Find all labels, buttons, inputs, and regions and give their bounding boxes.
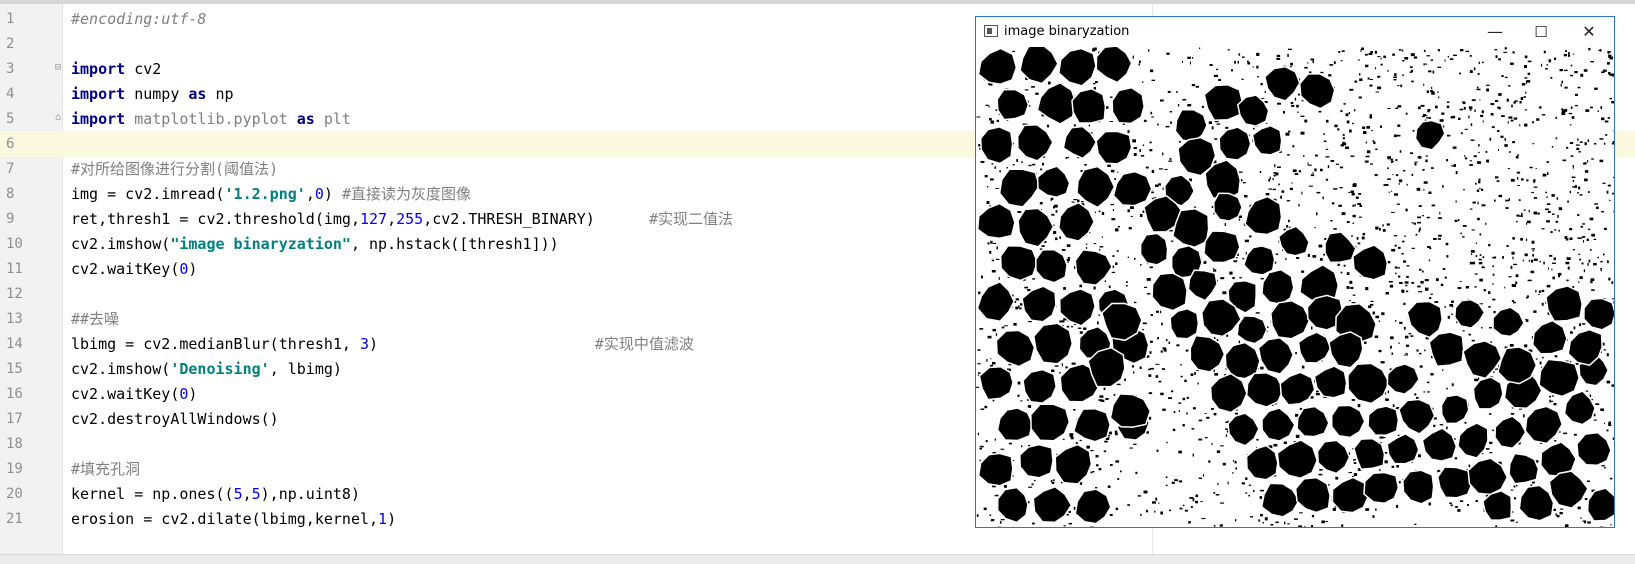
- line-number: 10: [0, 231, 28, 257]
- code-text: #填充孔洞: [71, 456, 140, 482]
- close-button[interactable]: ✕: [1566, 17, 1612, 47]
- code-text: cv2.destroyAllWindows(): [71, 406, 279, 432]
- minimize-button[interactable]: —: [1472, 17, 1518, 47]
- top-border: [0, 0, 1635, 4]
- code-text: img = cv2.imread('1.2.png',0) #直接读为灰度图像: [71, 181, 471, 207]
- code-text: cv2.imshow('Denoising', lbimg): [71, 356, 342, 382]
- code-text: import numpy as np: [71, 81, 234, 107]
- code-text: import matplotlib.pyplot as plt: [71, 106, 351, 132]
- binarized-image-canvas: [976, 47, 1614, 527]
- code-text: ##去噪: [71, 306, 119, 332]
- line-number: 14: [0, 331, 28, 357]
- fold-marker-icon[interactable]: ⌂: [55, 113, 65, 123]
- line-number: 1: [0, 6, 28, 32]
- code-text: import cv2: [71, 56, 161, 82]
- line-number: 12: [0, 281, 28, 307]
- line-number: 19: [0, 456, 28, 482]
- code-text: cv2.waitKey(0): [71, 381, 197, 407]
- line-number: 2: [0, 31, 28, 57]
- line-number: 18: [0, 431, 28, 457]
- code-text: #encoding:utf-8: [71, 6, 206, 32]
- line-number: 9: [0, 206, 28, 232]
- code-text: ret,thresh1 = cv2.threshold(img,127,255,…: [71, 206, 733, 232]
- image-window[interactable]: image binaryzation — ☐ ✕: [975, 16, 1615, 528]
- code-text: lbimg = cv2.medianBlur(thresh1, 3) #实现中值…: [71, 331, 694, 357]
- code-text: #对所给图像进行分割(阈值法): [71, 156, 278, 182]
- code-text: kernel = np.ones((5,5),np.uint8): [71, 481, 360, 507]
- code-text: cv2.waitKey(0): [71, 256, 197, 282]
- line-number: 5: [0, 106, 28, 132]
- window-title: image binaryzation: [1004, 17, 1129, 47]
- window-titlebar[interactable]: image binaryzation — ☐ ✕: [976, 17, 1614, 47]
- line-number: 15: [0, 356, 28, 382]
- maximize-button[interactable]: ☐: [1518, 17, 1564, 47]
- line-number: 11: [0, 256, 28, 282]
- code-text: cv2.imshow("image binaryzation", np.hsta…: [71, 231, 559, 257]
- line-number: 3: [0, 56, 28, 82]
- line-number: 4: [0, 81, 28, 107]
- line-number: 6: [0, 131, 28, 157]
- fold-marker-icon[interactable]: ⊟: [55, 63, 65, 73]
- line-number: 16: [0, 381, 28, 407]
- line-number: 13: [0, 306, 28, 332]
- app-window-icon: [984, 25, 998, 37]
- code-text: erosion = cv2.dilate(lbimg,kernel,1): [71, 506, 396, 532]
- line-number: 8: [0, 181, 28, 207]
- line-number: 7: [0, 156, 28, 182]
- line-number: 17: [0, 406, 28, 432]
- binarized-image: [976, 47, 1614, 527]
- line-number: 21: [0, 506, 28, 532]
- line-number: 20: [0, 481, 28, 507]
